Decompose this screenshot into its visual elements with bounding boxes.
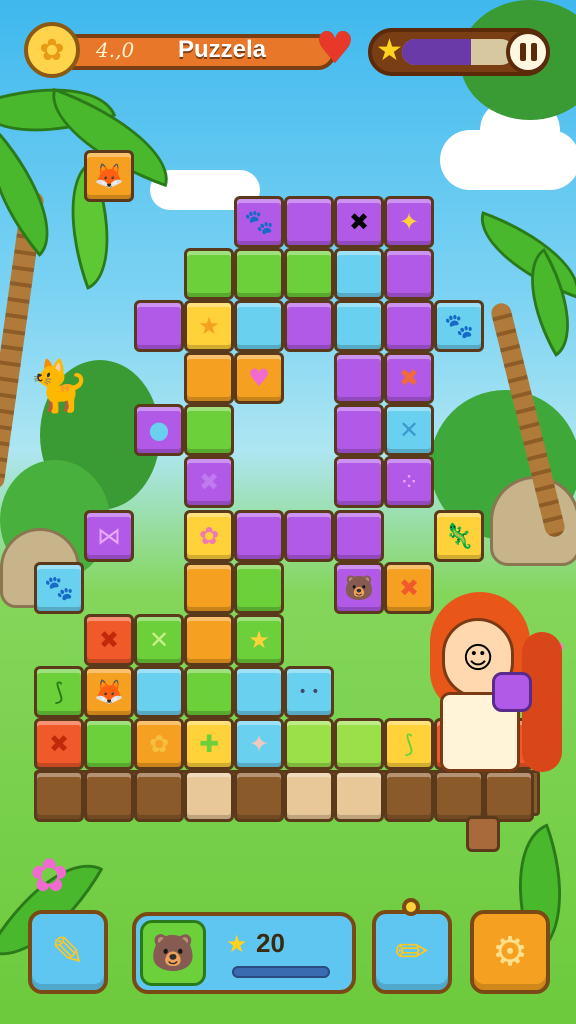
tile-sand	[184, 770, 234, 822]
tile-cross[interactable]: ✕	[134, 614, 184, 666]
tile[interactable]	[384, 248, 434, 300]
tile-caterpillar[interactable]: ●	[134, 404, 184, 456]
tile-bow[interactable]: ✖	[184, 456, 234, 508]
coin-value: 20	[256, 928, 285, 958]
tile-sand	[334, 770, 384, 822]
tile[interactable]	[284, 718, 334, 770]
tile-bone[interactable]: ✦	[234, 718, 284, 770]
girl-character: ☺	[426, 592, 566, 852]
tile[interactable]	[184, 666, 234, 718]
tile[interactable]	[334, 718, 384, 770]
pencil-icon: ✏	[395, 929, 429, 975]
tile[interactable]	[334, 352, 384, 404]
tile[interactable]	[234, 300, 284, 352]
tile[interactable]	[334, 456, 384, 508]
tile[interactable]	[234, 510, 284, 562]
tile-dirt	[34, 770, 84, 822]
game-scene: ✿ ✿ 🦊 🐾 ✖ ✦ ★ 🐾 ♥ ✖ ● ✕ ✖	[0, 0, 576, 1024]
tile[interactable]	[334, 404, 384, 456]
tile-creature[interactable]: 🐾	[434, 300, 484, 352]
game-title: Puzzela	[178, 36, 267, 63]
flower-icon: ✿	[24, 22, 80, 78]
tile[interactable]	[134, 300, 184, 352]
tile-creature[interactable]: 🐾	[34, 562, 84, 614]
tile[interactable]	[84, 718, 134, 770]
tile-dots[interactable]: ⁘	[384, 456, 434, 508]
tile[interactable]	[284, 248, 334, 300]
pause-bar	[519, 43, 526, 61]
tile[interactable]	[184, 352, 234, 404]
tile-bow[interactable]: ✖	[34, 718, 84, 770]
tile[interactable]	[284, 510, 334, 562]
tile[interactable]	[234, 666, 284, 718]
settings-button[interactable]: ⚙	[470, 910, 550, 994]
tile[interactable]	[184, 248, 234, 300]
tile[interactable]	[334, 510, 384, 562]
star-icon: ★	[226, 930, 248, 958]
tile-bear[interactable]: 🐻	[334, 562, 384, 614]
tile-bow[interactable]: ✖	[84, 614, 134, 666]
top-hud: ✿ 4.,0 Puzzela ♥	[24, 22, 355, 78]
pause-bar	[530, 43, 537, 61]
tile[interactable]	[234, 248, 284, 300]
tile[interactable]	[334, 300, 384, 352]
bear-icon[interactable]: 🐻	[140, 920, 206, 986]
tile-dirt	[134, 770, 184, 822]
tile-butterfly[interactable]: ⋈	[84, 510, 134, 562]
tile-lizard[interactable]: 🦎	[434, 510, 484, 562]
tile[interactable]	[184, 404, 234, 456]
pencil-button-ring	[402, 898, 420, 916]
star-icon: ★	[376, 33, 403, 68]
crayon-icon: ✎	[51, 929, 85, 975]
tile[interactable]	[234, 562, 284, 614]
heart-icon[interactable]: ♥	[312, 26, 358, 72]
tile[interactable]	[334, 248, 384, 300]
tile[interactable]	[184, 562, 234, 614]
tile-star[interactable]: ★	[184, 300, 234, 352]
tile-eyes[interactable]: • •	[284, 666, 334, 718]
tile[interactable]	[284, 300, 334, 352]
tile[interactable]	[184, 614, 234, 666]
progress-fill	[402, 39, 472, 65]
crayon-button[interactable]: ✎	[28, 910, 108, 994]
tile-fox[interactable]: 🦊	[84, 666, 134, 718]
tile-cross[interactable]: ✕	[384, 404, 434, 456]
pause-button[interactable]	[506, 30, 550, 74]
small-purple-pet	[492, 672, 532, 712]
tile-flower[interactable]: ✿	[184, 510, 234, 562]
tile[interactable]	[284, 196, 334, 248]
tile-dirt	[234, 770, 284, 822]
tile-bow[interactable]: ✖	[334, 196, 384, 248]
tile-dirt	[84, 770, 134, 822]
girl-legs	[466, 816, 500, 852]
tile-heart[interactable]: ♥	[234, 352, 284, 404]
pencil-button[interactable]: ✏	[372, 910, 452, 994]
resource-panel: 🐻 ★ 20	[132, 912, 356, 994]
tile-bow[interactable]: ✖	[384, 352, 434, 404]
tile[interactable]	[134, 666, 184, 718]
tile-star[interactable]: ★	[234, 614, 284, 666]
purple-cat-character: 🐈	[27, 356, 91, 415]
tile-flower[interactable]: ✿	[134, 718, 184, 770]
progress-hud: ★	[368, 28, 550, 76]
tile-fox[interactable]: 🦊	[84, 150, 134, 202]
score-label: 4.,0	[96, 38, 135, 62]
tile-lizard[interactable]: ⟆	[34, 666, 84, 718]
tile[interactable]	[384, 300, 434, 352]
resource-bar	[232, 966, 330, 978]
tile-cross[interactable]: ✚	[184, 718, 234, 770]
tile-star[interactable]: ✦	[384, 196, 434, 248]
tile-creature[interactable]: 🐾	[234, 196, 284, 248]
puzzle-board: 🦊 🐾 ✖ ✦ ★ 🐾 ♥ ✖ ● ✕ ✖ ⁘ ⋈ ✿ 🦎 🐾 🐻 ✖ ✖ ✕ …	[0, 0, 576, 1024]
progress-track	[402, 39, 514, 65]
gear-icon: ⚙	[492, 929, 528, 975]
tile-sand	[284, 770, 334, 822]
